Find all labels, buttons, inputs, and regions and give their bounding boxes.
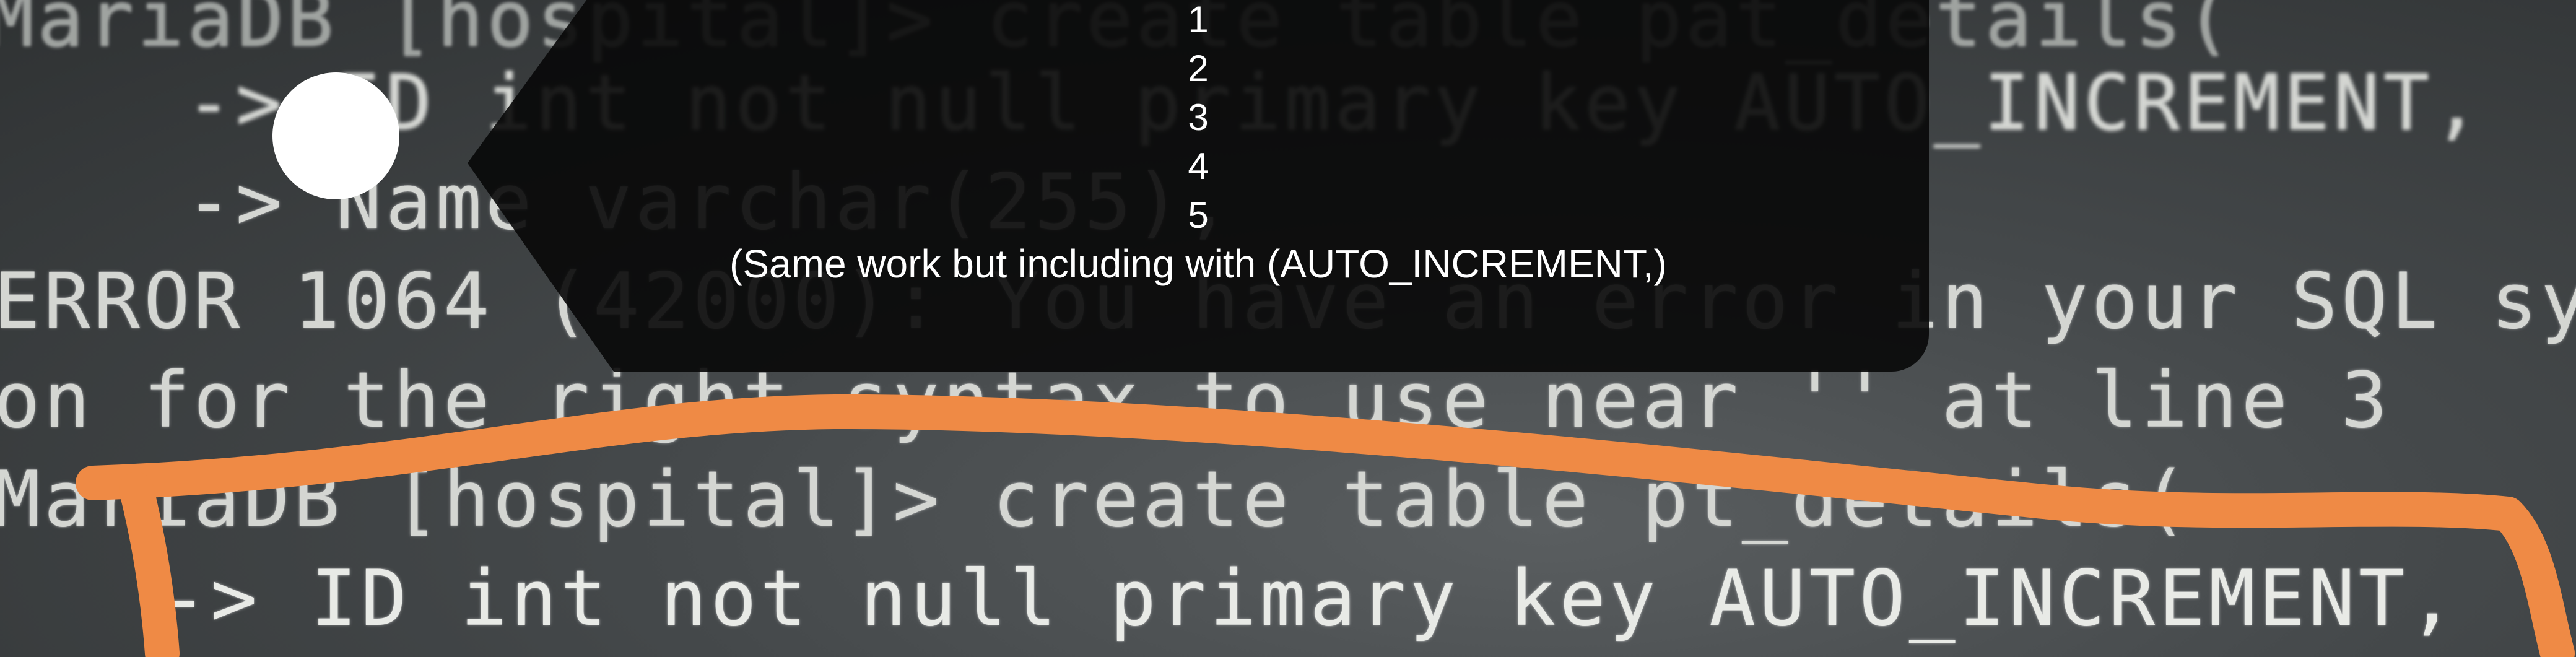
callout-text: 1 2 3 4 5 (Same work but including with … [468, 0, 1929, 289]
touch-indicator-dot [272, 72, 399, 199]
list-number: 4 [1188, 146, 1209, 187]
list-number: 5 [1188, 194, 1209, 236]
list-number: 1 [1188, 0, 1209, 40]
list-number: 2 [1188, 48, 1209, 89]
terminal-photo: MariaDB [hospital]> create table pat_det… [0, 0, 2576, 657]
callout-note: (Same work but including with (AUTO_INCR… [729, 241, 1667, 286]
list-number: 3 [1188, 97, 1209, 138]
